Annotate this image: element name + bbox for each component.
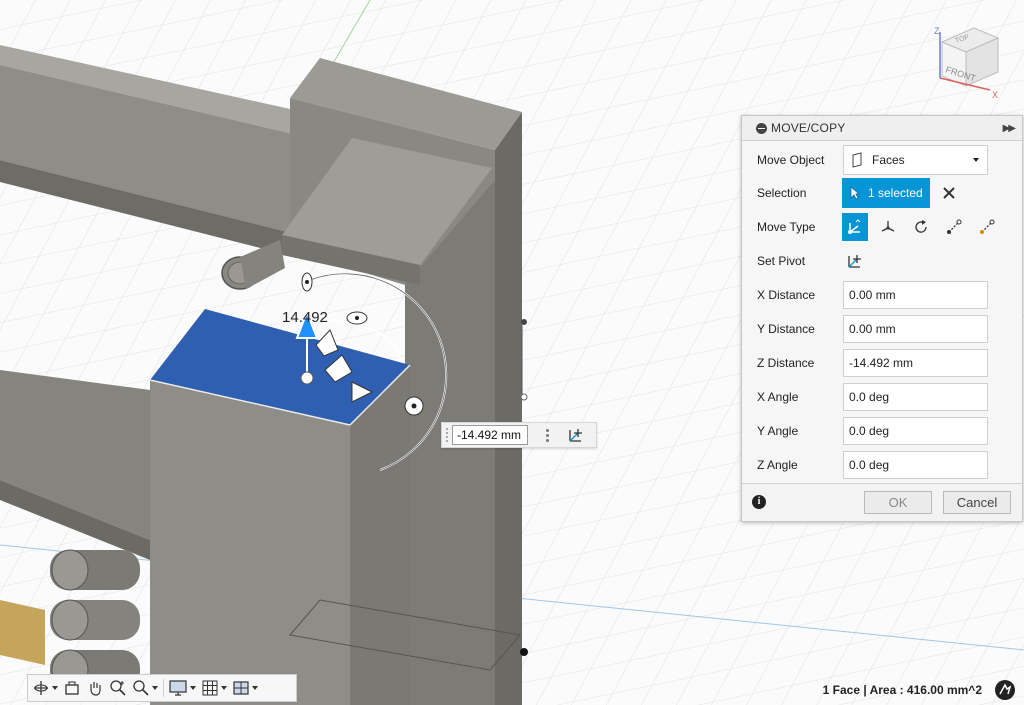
z-angle-label: Z Angle <box>757 458 798 472</box>
cursor-arrow-icon <box>850 186 860 200</box>
selection-row: Selection 1 selected <box>742 178 1022 208</box>
front-block[interactable] <box>149 309 411 705</box>
move-copy-panel: MOVE/COPY ▶▶ Move Object Faces Selection… <box>741 115 1023 522</box>
move-type-label: Move Type <box>757 220 816 234</box>
chevron-down-icon <box>973 158 979 162</box>
x-distance-label: X Distance <box>757 288 816 302</box>
axis-z-label: Z <box>934 26 940 36</box>
point-to-position-icon[interactable] <box>974 213 1000 241</box>
rollers <box>50 549 140 691</box>
y-distance-label: Y Distance <box>757 322 815 336</box>
viewports-icon[interactable] <box>232 677 258 699</box>
ok-button[interactable]: OK <box>864 491 932 514</box>
set-pivot-icon[interactable] <box>842 247 868 275</box>
collapse-icon[interactable] <box>756 122 767 134</box>
pan-icon[interactable] <box>86 677 104 699</box>
move-object-label: Move Object <box>757 153 825 167</box>
vertex-point[interactable] <box>520 393 528 401</box>
panel-footer: i OK Cancel <box>742 483 1022 521</box>
x-distance-row: X Distance 0.00 mm <box>742 280 1022 310</box>
rotate-icon[interactable] <box>908 213 934 241</box>
grid-icon[interactable] <box>201 677 227 699</box>
distance-readout: 14.492 <box>282 309 328 326</box>
canvas-viewport[interactable]: 14.492 TOP FRONT Z X -14.492 mm MOVE/COP… <box>0 0 1024 705</box>
move-object-value: Faces <box>872 153 905 167</box>
x-angle-field[interactable]: 0.0 deg <box>843 383 988 411</box>
axis-x-label: X <box>992 90 998 100</box>
z-angle-row: Z Angle 0.0 deg <box>742 450 1022 480</box>
move-type-row: Move Type <box>742 212 1022 242</box>
info-icon[interactable]: i <box>752 495 766 509</box>
navigation-toolbar <box>27 674 297 702</box>
y-angle-row: Y Angle 0.0 deg <box>742 416 1022 446</box>
x-distance-field[interactable]: 0.00 mm <box>843 281 988 309</box>
expand-icon[interactable]: ▶▶ <box>1003 123 1016 134</box>
pivot-point[interactable] <box>300 371 314 385</box>
distance-input-box <box>441 422 597 448</box>
selection-button[interactable]: 1 selected <box>842 178 930 208</box>
y-angle-label: Y Angle <box>757 424 799 438</box>
x-angle-row: X Angle 0.0 deg <box>742 382 1022 412</box>
set-pivot-label: Set Pivot <box>757 254 806 268</box>
set-pivot-row: Set Pivot <box>742 246 1022 276</box>
cancel-button[interactable]: Cancel <box>943 491 1011 514</box>
clear-selection-icon[interactable] <box>942 186 956 200</box>
z-angle-field[interactable]: 0.0 deg <box>843 451 988 479</box>
more-options-icon[interactable] <box>536 423 558 447</box>
orbit-icon[interactable] <box>32 677 58 699</box>
free-move-icon[interactable] <box>842 213 868 241</box>
display-settings-icon[interactable] <box>168 677 196 699</box>
drag-handle[interactable] <box>442 423 452 447</box>
selection-label: Selection <box>757 186 807 200</box>
y-distance-field[interactable]: 0.00 mm <box>843 315 988 343</box>
z-distance-label: Z Distance <box>757 356 815 370</box>
y-distance-row: Y Distance 0.00 mm <box>742 314 1022 344</box>
vertex-point[interactable] <box>521 319 527 325</box>
move-object-select[interactable]: Faces <box>843 145 988 175</box>
wood-panel <box>0 600 45 665</box>
x-angle-label: X Angle <box>757 390 799 404</box>
distance-input[interactable] <box>452 425 528 445</box>
look-at-icon[interactable] <box>63 677 81 699</box>
selection-status: 1 Face | Area : 416.00 mm^2 <box>822 683 982 697</box>
status-icon[interactable] <box>995 680 1015 700</box>
zoom-icon[interactable] <box>109 677 127 699</box>
move-object-row: Move Object Faces <box>742 145 1022 175</box>
point-to-point-icon[interactable] <box>941 213 967 241</box>
faces-icon <box>852 152 862 168</box>
z-distance-row: Z Distance -14.492 mm <box>742 348 1022 378</box>
fit-icon[interactable] <box>132 677 158 699</box>
view-cube[interactable]: TOP FRONT Z X <box>928 20 1008 106</box>
set-pivot-icon[interactable] <box>564 424 588 446</box>
translate-xyz-icon[interactable] <box>875 213 901 241</box>
vertex-point[interactable] <box>520 648 528 656</box>
panel-title: MOVE/COPY <box>771 121 846 135</box>
panel-header: MOVE/COPY ▶▶ <box>742 116 1022 141</box>
selection-count: 1 selected <box>868 186 923 200</box>
y-angle-field[interactable]: 0.0 deg <box>843 417 988 445</box>
z-distance-field[interactable]: -14.492 mm <box>843 349 988 377</box>
